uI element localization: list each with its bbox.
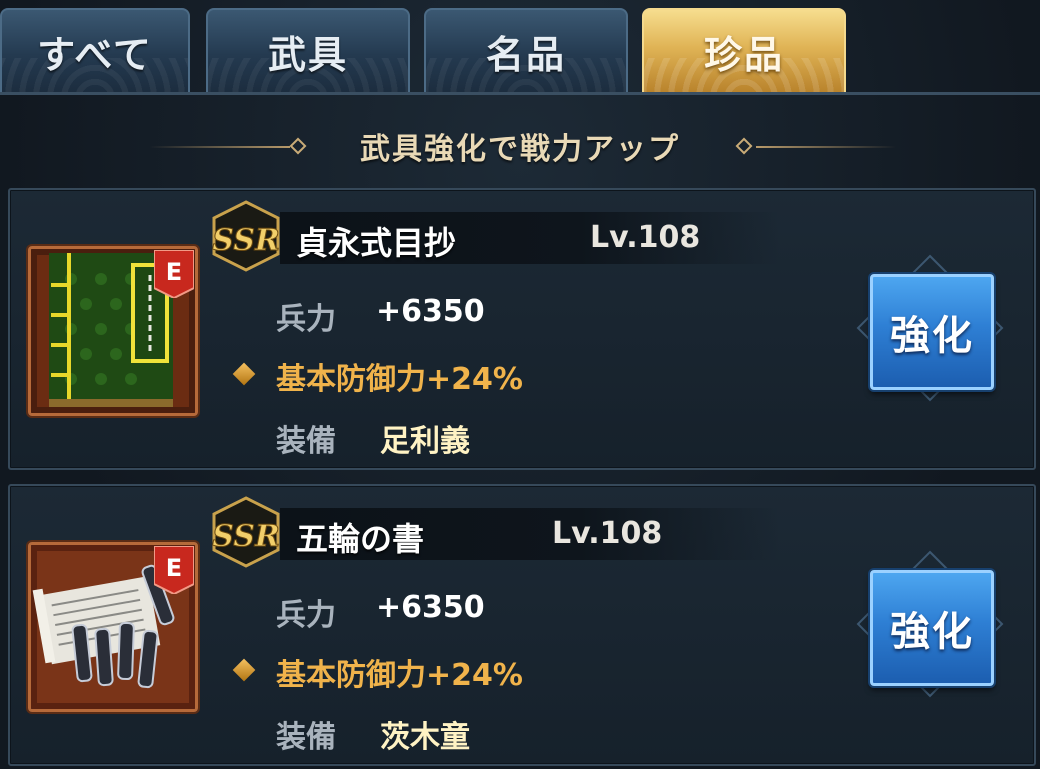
svg-text:E: E <box>166 258 182 286</box>
equipped-badge: E <box>154 546 194 594</box>
equipped-badge: E <box>154 250 194 298</box>
power-value: +6350 <box>376 294 485 329</box>
item-level: Lv.108 <box>552 516 663 551</box>
power-label: 兵力 <box>276 302 336 337</box>
svg-text:E: E <box>166 554 182 582</box>
item-card[interactable]: SSR 貞永式目抄 Lv.108 E 兵力 +6350 基本防御力+24% 装備… <box>8 188 1036 470</box>
enhance-button[interactable]: 強化 <box>870 570 994 686</box>
equip-label: 装備 <box>276 424 336 459</box>
power-label: 兵力 <box>276 598 336 633</box>
category-tabs: すべて 武具 名品 珍品 <box>0 0 1040 96</box>
bonus-diamond-icon <box>232 658 256 682</box>
bonus-stat: 基本防御力+24% <box>276 362 523 397</box>
tab-meibutsu[interactable]: 名品 <box>424 8 628 92</box>
tab-weapons[interactable]: 武具 <box>206 8 410 92</box>
tab-all[interactable]: すべて <box>0 8 190 92</box>
tab-label: 武具 <box>267 32 348 77</box>
ssr-rarity-icon: SSR <box>212 200 280 272</box>
tab-divider <box>0 92 1040 95</box>
power-value: +6350 <box>376 590 485 625</box>
tab-label: 珍品 <box>703 32 784 77</box>
tab-label: すべて <box>37 32 153 77</box>
svg-text:SSR: SSR <box>212 223 280 258</box>
section-banner: 武具強化で戦力アップ <box>0 118 1040 172</box>
item-level: Lv.108 <box>590 220 701 255</box>
tab-rare-items[interactable]: 珍品 <box>642 8 846 92</box>
item-card[interactable]: SSR 五輪の書 Lv.108 E 兵力 +6350 基本防御力+24% 装備 … <box>8 484 1036 766</box>
bonus-stat: 基本防御力+24% <box>276 658 523 693</box>
item-name: 五輪の書 <box>296 520 425 558</box>
ssr-rarity-icon: SSR <box>212 496 280 568</box>
svg-text:SSR: SSR <box>212 519 280 554</box>
enhance-button[interactable]: 強化 <box>870 274 994 390</box>
equip-value: 茨木童 <box>380 720 470 755</box>
tab-label: 名品 <box>485 32 566 77</box>
bonus-diamond-icon <box>232 362 256 386</box>
banner-line-right <box>756 146 896 148</box>
item-name: 貞永式目抄 <box>296 224 457 262</box>
equip-value: 足利義 <box>380 424 470 459</box>
equip-label: 装備 <box>276 720 336 755</box>
